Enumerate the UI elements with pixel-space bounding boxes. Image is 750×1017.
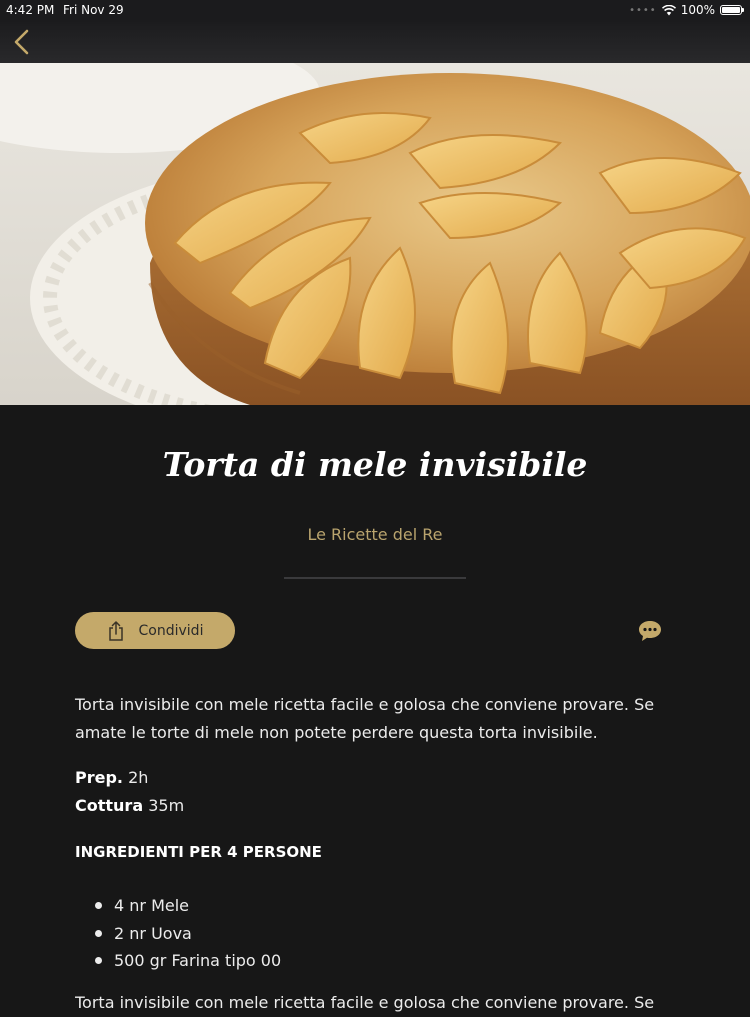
recipe-hero-image [0, 63, 750, 405]
apple-cake-photo [0, 63, 750, 405]
ingredient-text: 4 nr Mele [114, 896, 190, 916]
status-date: Fri Nov 29 [63, 3, 124, 17]
bullet-icon [95, 957, 102, 965]
share-button[interactable]: Condividi [75, 612, 235, 649]
status-indicators: •••• 100% [629, 3, 744, 17]
recipe-author[interactable]: Le Ricette del Re [0, 525, 750, 544]
share-label: Condividi [138, 622, 204, 639]
bullet-icon [95, 929, 102, 937]
prep-time: Prep. 2h [75, 764, 184, 792]
cook-label: Cottura [75, 796, 144, 815]
recipe-description: Torta invisibile con mele ricetta facile… [75, 695, 655, 742]
signal-dots-icon: •••• [629, 4, 657, 16]
list-item: 2 nr Uova [75, 920, 281, 948]
battery-icon [720, 5, 744, 15]
chevron-left-icon [14, 29, 29, 55]
prep-label: Prep. [75, 768, 123, 787]
comment-button[interactable] [637, 619, 663, 643]
recipe-title: Torta di mele invisibile [162, 445, 588, 484]
navigation-bar [0, 22, 750, 63]
divider [284, 577, 466, 579]
status-bar: 4:42 PM Fri Nov 29 •••• 100% [0, 0, 750, 22]
recipe-content: Torta di mele invisibile Le Ricette del … [0, 405, 750, 1012]
status-time: 4:42 PM [6, 3, 55, 17]
cook-time: Cottura 35m [75, 792, 184, 820]
share-icon [108, 620, 123, 641]
list-item: 4 nr Mele [75, 892, 281, 920]
ingredients-heading: INGREDIENTI PER 4 PERSONE [75, 843, 322, 861]
wifi-icon [661, 4, 676, 15]
bullet-icon [95, 902, 102, 910]
prep-value: 2h [128, 768, 149, 787]
recipe-body-continued: Torta invisibile con mele ricetta facile… [75, 993, 655, 1012]
battery-percentage: 100% [680, 3, 715, 17]
recipe-times: Prep. 2h Cottura 35m [75, 764, 184, 820]
cook-value: 35m [148, 796, 185, 815]
ingredient-text: 2 nr Uova [114, 923, 192, 943]
chat-bubble-icon [639, 621, 661, 641]
back-button[interactable] [8, 25, 38, 59]
ingredient-text: 500 gr Farina tipo 00 [114, 951, 282, 971]
ingredient-list: 4 nr Mele 2 nr Uova 500 gr Farina tipo 0… [75, 892, 281, 975]
list-item: 500 gr Farina tipo 00 [75, 947, 281, 975]
